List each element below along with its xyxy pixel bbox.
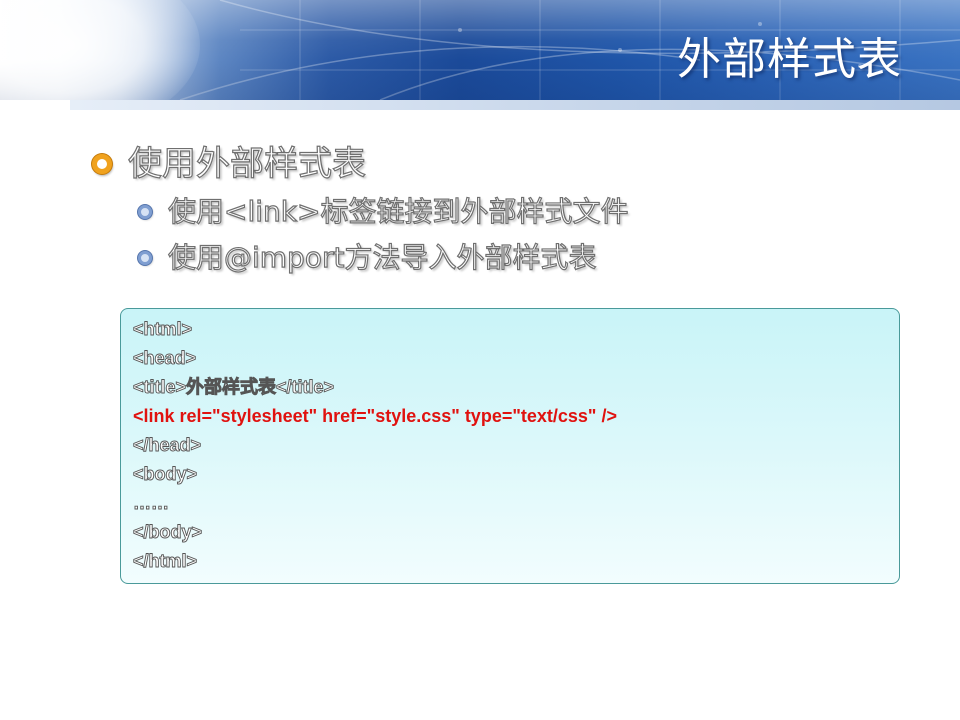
code-example-box: <html> <head> <title>外部样式表</title> <link… — [120, 308, 900, 584]
slide-title: 外部样式表 — [677, 34, 902, 85]
blue-dot-bullet-icon — [138, 251, 152, 265]
bullet-level1: 使用外部样式表 — [92, 140, 367, 188]
code-line: </html> — [133, 551, 198, 572]
code-line: <html> — [133, 319, 193, 340]
bullet-level1-text: 使用外部样式表 — [127, 143, 366, 184]
bullet-level2-item: 使用<link>标签链接到外部样式文件 — [138, 192, 629, 232]
bullet-level2-item: 使用@import方法导入外部样式表 — [138, 238, 597, 278]
header-banner: 外部样式表 — [0, 0, 960, 112]
code-line: <title>外部样式表</title> — [133, 377, 335, 398]
orange-ring-bullet-icon — [92, 154, 112, 174]
blue-dot-bullet-icon — [138, 205, 152, 219]
code-line: </head> — [133, 435, 202, 456]
banner-glow — [0, 0, 200, 112]
slide: 外部样式表 使用外部样式表 使用<link>标签链接到外部样式文件 使用@imp… — [0, 0, 960, 720]
banner-underline-strip — [70, 100, 960, 110]
code-line: …… — [133, 493, 170, 514]
code-line: <body> — [133, 464, 198, 485]
code-line-highlighted: <link rel="stylesheet" href="style.css" … — [133, 406, 617, 426]
bullet-level2-text: 使用<link>标签链接到外部样式文件 — [167, 194, 629, 228]
code-line: </body> — [133, 522, 203, 543]
bullet-level2-text: 使用@import方法导入外部样式表 — [167, 240, 597, 274]
code-line: <head> — [133, 348, 197, 369]
